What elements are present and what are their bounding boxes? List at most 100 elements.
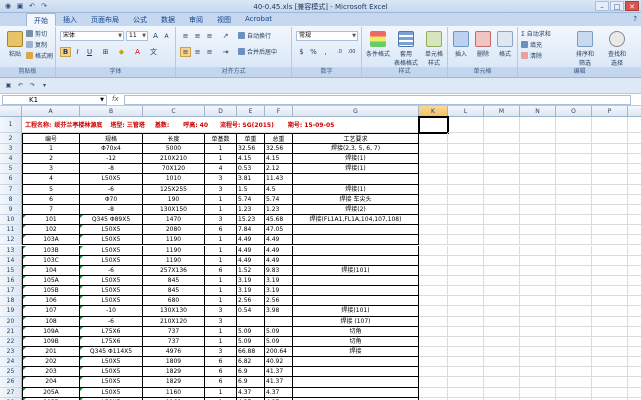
row-header[interactable]: 13 [0, 245, 22, 256]
cell[interactable] [484, 184, 520, 195]
cell[interactable] [556, 347, 592, 358]
font-name-select[interactable]: 宋体 ▼ [60, 31, 124, 41]
table-cell-g[interactable]: 焊接(101) [293, 265, 419, 276]
cell[interactable] [419, 174, 448, 185]
table-cell-f[interactable]: 2.56 [265, 296, 293, 307]
cell[interactable] [592, 306, 628, 317]
table-cell-e[interactable]: 3.19 [237, 275, 265, 287]
cell[interactable] [484, 215, 520, 226]
row-header[interactable]: 18 [0, 296, 22, 307]
table-cell-e[interactable]: 4.49 [237, 255, 265, 266]
table-cell-e[interactable]: 7.84 [237, 225, 265, 236]
fill-button[interactable]: 填充 [521, 41, 542, 50]
table-cell-a[interactable]: 5 [22, 184, 80, 195]
cell[interactable] [448, 336, 484, 347]
cell[interactable] [484, 367, 520, 378]
table-cell-g[interactable] [293, 367, 419, 378]
cell[interactable] [520, 154, 556, 165]
row-header[interactable]: 14 [0, 255, 22, 266]
table-cell-b[interactable]: L75X6 [80, 326, 143, 337]
maximize-icon[interactable]: □ [610, 1, 624, 11]
cell[interactable] [448, 245, 484, 256]
table-cell-c[interactable]: 125X255 [143, 184, 205, 195]
table-cell-e[interactable]: 5.74 [237, 194, 265, 205]
table-cell-a[interactable]: 109B [22, 336, 80, 347]
cell[interactable] [484, 296, 520, 307]
cell[interactable] [419, 255, 448, 266]
tab-home[interactable]: 开始 [26, 13, 56, 26]
cell[interactable] [592, 133, 628, 144]
cell[interactable] [628, 225, 641, 236]
table-cell-a[interactable]: 105B [22, 286, 80, 297]
cell[interactable] [628, 276, 641, 287]
table-cell-c[interactable]: 1190 [143, 245, 205, 256]
table-cell-f[interactable]: 4.5 [265, 184, 293, 195]
cell[interactable] [520, 245, 556, 256]
cell[interactable] [628, 117, 641, 133]
table-cell-e[interactable]: 0.54 [237, 306, 265, 317]
table-cell-f[interactable]: 4.49 [265, 235, 293, 246]
format-cells-button[interactable]: 格式 [494, 31, 516, 58]
cell[interactable] [419, 286, 448, 297]
table-cell-f[interactable]: 2.12 [265, 164, 293, 175]
table-cell-f[interactable]: 3.19 [265, 286, 293, 297]
row-header[interactable]: 17 [0, 286, 22, 297]
table-cell-e[interactable]: 5.09 [237, 326, 265, 337]
table-cell-c[interactable]: 1470 [143, 215, 205, 226]
table-cell-g[interactable]: 焊接(2) [293, 204, 419, 216]
row-header[interactable]: 2 [0, 133, 22, 144]
cell[interactable] [419, 377, 448, 388]
font-size-select[interactable]: 11 ▼ [126, 31, 148, 41]
cell[interactable] [484, 316, 520, 327]
cell[interactable] [448, 204, 484, 216]
cell[interactable] [520, 164, 556, 175]
underline-button[interactable]: U [84, 47, 95, 57]
column-header-a[interactable]: A [22, 106, 80, 117]
table-cell-g[interactable] [293, 377, 419, 388]
cell[interactable] [484, 174, 520, 185]
table-cell-c[interactable]: 680 [143, 296, 205, 307]
cell[interactable] [419, 204, 448, 216]
row-header[interactable]: 11 [0, 225, 22, 236]
table-cell-c[interactable]: 130X130 [143, 306, 205, 317]
table-cell-a[interactable]: 6 [22, 194, 80, 205]
table-cell-c[interactable]: 210X210 [143, 154, 205, 165]
borders-icon[interactable]: ⊞ [100, 47, 111, 57]
table-cell-a[interactable]: 205A [22, 387, 80, 398]
cell[interactable] [520, 286, 556, 297]
table-cell-f[interactable]: 200.64 [265, 347, 293, 358]
table-cell-f[interactable]: 4.49 [265, 245, 293, 256]
comma-icon[interactable]: , [320, 47, 331, 57]
table-cell-c[interactable]: 130X150 [143, 204, 205, 216]
column-header-o[interactable]: O [556, 106, 592, 117]
cell[interactable] [448, 144, 484, 155]
table-cell-a[interactable]: 201 [22, 347, 80, 358]
table-cell-b[interactable]: L50X5 [80, 387, 143, 398]
table-cell-c[interactable]: 5000 [143, 144, 205, 155]
paste-button[interactable]: 粘贴 [2, 31, 28, 58]
table-cell-a[interactable]: 109A [22, 326, 80, 337]
table-cell-b[interactable]: L50X5 [80, 174, 143, 185]
cell[interactable] [448, 225, 484, 236]
align-left-icon[interactable]: ≡ [180, 47, 191, 57]
cell[interactable] [419, 164, 448, 175]
table-cell-b[interactable]: L50X5 [80, 225, 143, 236]
cell[interactable] [484, 117, 520, 133]
copy-button[interactable]: 复制 [26, 41, 47, 50]
table-cell-g[interactable] [293, 235, 419, 246]
table-cell-b[interactable]: -6 [80, 184, 143, 195]
cell[interactable] [484, 144, 520, 155]
cell[interactable] [556, 387, 592, 398]
table-cell-b[interactable]: L50X5 [80, 255, 143, 266]
save-icon[interactable]: ▣ [4, 81, 13, 90]
table-cell-e[interactable]: 6.9 [237, 367, 265, 378]
table-cell-g[interactable]: 切角 [293, 326, 419, 337]
table-cell-f[interactable]: 40.92 [265, 357, 293, 368]
cell[interactable] [592, 357, 628, 368]
cell[interactable] [520, 357, 556, 368]
table-cell-d[interactable]: 3 [205, 174, 237, 185]
table-cell-g[interactable] [293, 275, 419, 287]
table-cell-g[interactable]: 焊接 [293, 347, 419, 358]
delete-cells-button[interactable]: 删除 [472, 31, 494, 58]
cell[interactable] [419, 316, 448, 327]
